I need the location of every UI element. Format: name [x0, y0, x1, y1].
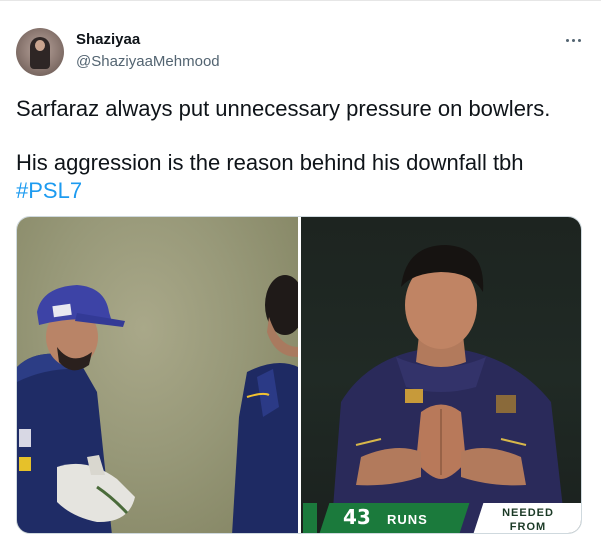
runs-label: RUNS [387, 512, 428, 527]
needed-line-1: NEEDED [502, 507, 554, 519]
author-name[interactable]: Shaziyaa [76, 31, 140, 48]
bowler-illustration [331, 245, 566, 533]
more-dot [565, 38, 569, 42]
author-handle[interactable]: @ShaziyaaMehmood [76, 53, 220, 70]
runs-value: 43 [343, 505, 371, 529]
media-image-right[interactable]: 43 RUNS NEEDED FROM [301, 217, 581, 533]
needed-text: NEEDED FROM [483, 506, 573, 533]
media-image-left[interactable] [17, 217, 298, 533]
more-options-icon[interactable] [560, 32, 586, 48]
tweet-text-line-2: His aggression is the reason behind his … [16, 150, 524, 175]
tweet-media[interactable]: 43 RUNS NEEDED FROM [16, 216, 582, 534]
avatar[interactable] [16, 28, 64, 76]
scoreboard-edge [303, 503, 317, 533]
tweet-card[interactable]: Shaziyaa @ShaziyaaMehmood Sarfaraz alway… [0, 0, 601, 552]
hashtag-link[interactable]: #PSL7 [16, 178, 82, 204]
needed-line-2: FROM [509, 521, 547, 533]
more-dot [577, 38, 581, 42]
tweet-text-line-1: Sarfaraz always put unnecessary pressure… [16, 96, 551, 121]
avatar-face [35, 40, 45, 51]
scoreboard: 43 RUNS NEEDED FROM [303, 501, 581, 533]
cricket-players-illustration [17, 275, 298, 533]
more-dot [571, 38, 575, 42]
